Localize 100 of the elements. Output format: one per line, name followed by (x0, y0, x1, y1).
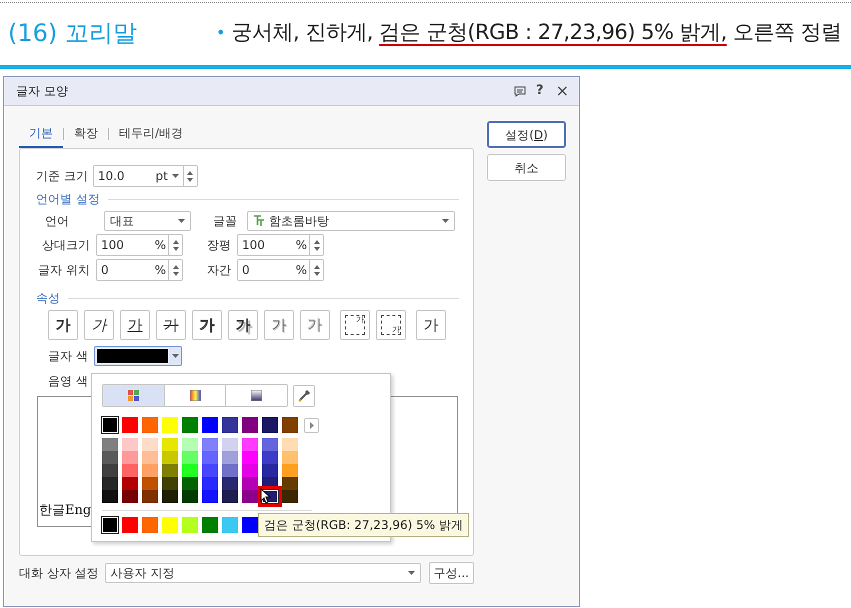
color-swatch[interactable] (242, 464, 258, 477)
color-swatch[interactable] (242, 517, 258, 533)
spin-field[interactable]: 100 % (237, 234, 324, 256)
attribute-button[interactable]: 가 (192, 310, 222, 340)
color-dropdown[interactable] (94, 346, 182, 366)
color-swatch[interactable] (222, 490, 238, 503)
color-swatch[interactable] (142, 517, 158, 533)
color-swatch[interactable] (242, 438, 258, 451)
color-swatch[interactable] (222, 517, 238, 533)
spin-field[interactable]: 10.0 pt (92, 165, 198, 187)
dialog-button[interactable]: 취소 (487, 154, 566, 181)
color-swatch[interactable] (162, 417, 178, 433)
color-swatch[interactable] (122, 477, 138, 490)
color-swatch[interactable] (142, 417, 158, 433)
color-swatch[interactable] (122, 490, 138, 503)
color-swatch[interactable] (162, 477, 178, 490)
color-swatch[interactable] (162, 438, 178, 451)
color-swatch[interactable] (162, 451, 178, 464)
color-swatch[interactable] (102, 490, 118, 503)
color-swatch[interactable] (202, 417, 218, 433)
color-swatch[interactable] (202, 490, 218, 503)
color-swatch[interactable] (102, 517, 118, 533)
color-swatch[interactable] (282, 451, 298, 464)
color-swatch[interactable] (142, 477, 158, 490)
attribute-button[interactable]: 가 (416, 310, 446, 340)
color-swatch[interactable] (122, 451, 138, 464)
color-swatch[interactable] (282, 464, 298, 477)
color-swatch[interactable] (182, 451, 198, 464)
color-swatch[interactable] (162, 464, 178, 477)
attribute-button[interactable]: 가 (376, 310, 406, 340)
tab[interactable]: 확장 (64, 119, 108, 148)
color-swatch[interactable] (222, 438, 238, 451)
color-swatch[interactable] (102, 464, 118, 477)
close-button[interactable]: × (556, 79, 569, 103)
attribute-button[interactable]: 가 (340, 310, 370, 340)
color-swatch[interactable] (182, 438, 198, 451)
color-swatch[interactable] (202, 451, 218, 464)
attribute-button[interactable]: 가 (156, 310, 186, 340)
color-swatch[interactable] (282, 438, 298, 451)
color-swatch[interactable] (182, 517, 198, 533)
spin-buttons[interactable] (309, 260, 323, 280)
color-swatch[interactable] (182, 417, 198, 433)
color-swatch[interactable] (242, 451, 258, 464)
attribute-button[interactable]: 가 (300, 310, 330, 340)
more-colors-button[interactable] (304, 418, 319, 432)
color-swatch[interactable] (202, 438, 218, 451)
color-swatch[interactable] (102, 477, 118, 490)
palette-tab[interactable] (103, 385, 164, 406)
color-swatch[interactable] (142, 464, 158, 477)
color-swatch[interactable] (202, 517, 218, 533)
attribute-button[interactable]: 가 (264, 310, 294, 340)
color-swatch[interactable] (282, 490, 298, 503)
color-swatch[interactable] (102, 417, 118, 433)
spin-field[interactable]: 0 % (96, 259, 183, 281)
attribute-button[interactable]: 가 (228, 310, 258, 340)
help-button[interactable]: ? (536, 81, 544, 101)
color-swatch[interactable] (282, 417, 298, 433)
dialog-button[interactable]: 설정(D) (487, 121, 566, 148)
color-swatch[interactable] (202, 464, 218, 477)
color-swatch[interactable] (142, 438, 158, 451)
color-swatch[interactable] (102, 438, 118, 451)
color-swatch[interactable] (242, 417, 258, 433)
attribute-button[interactable]: 가 (120, 310, 150, 340)
color-swatch[interactable] (122, 464, 138, 477)
palette-tab[interactable] (225, 385, 287, 406)
comment-icon[interactable] (514, 86, 526, 96)
color-swatch[interactable] (182, 464, 198, 477)
color-swatch[interactable] (222, 451, 238, 464)
color-swatch[interactable] (122, 438, 138, 451)
attribute-button[interactable]: 가 (84, 310, 114, 340)
spin-field[interactable]: 0 % (237, 259, 324, 281)
color-swatch[interactable] (222, 417, 238, 433)
spin-field[interactable]: 100 % (96, 234, 183, 256)
color-swatch[interactable] (262, 451, 278, 464)
color-swatch[interactable] (182, 490, 198, 503)
eyedropper-button[interactable] (293, 384, 315, 406)
color-swatch[interactable] (222, 464, 238, 477)
color-swatch[interactable] (122, 417, 138, 433)
color-swatch[interactable] (202, 477, 218, 490)
color-swatch[interactable] (262, 464, 278, 477)
color-swatch[interactable] (262, 417, 278, 433)
tab[interactable]: 테두리/배경 (109, 119, 194, 148)
spin-buttons[interactable] (309, 235, 323, 255)
language-dropdown[interactable]: 대표 (104, 211, 191, 231)
color-swatch[interactable] (162, 490, 178, 503)
color-swatch[interactable] (142, 490, 158, 503)
color-swatch[interactable] (162, 517, 178, 533)
configure-button[interactable]: 구성... (428, 562, 474, 584)
font-dropdown[interactable]: 함초롬바탕 (247, 211, 455, 231)
spin-buttons[interactable] (168, 235, 182, 255)
color-swatch[interactable] (142, 451, 158, 464)
color-swatch[interactable] (242, 490, 258, 503)
dialog-setting-dropdown[interactable]: 사용자 지정 (104, 563, 421, 583)
color-swatch[interactable] (122, 517, 138, 533)
spin-buttons[interactable] (168, 260, 182, 280)
attribute-button[interactable]: 가 (48, 310, 78, 340)
color-swatch[interactable] (262, 438, 278, 451)
color-swatch[interactable] (242, 477, 258, 490)
color-swatch[interactable] (282, 477, 298, 490)
color-swatch[interactable] (102, 451, 118, 464)
